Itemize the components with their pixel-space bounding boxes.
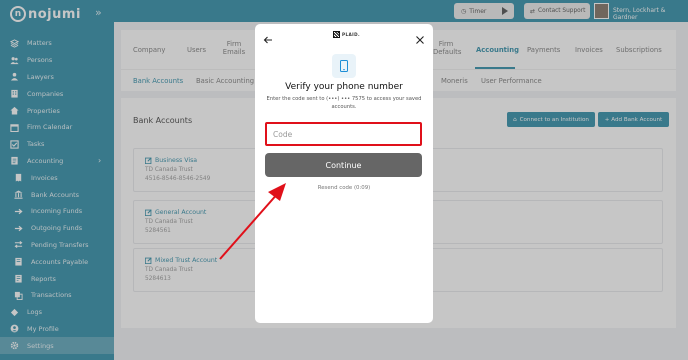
continue-button[interactable]: Continue — [265, 153, 422, 177]
plaid-mark-icon — [333, 31, 340, 38]
phone-icon — [332, 54, 356, 78]
verification-code-input[interactable] — [265, 122, 422, 146]
modal-description: Enter the code sent to (•••) ••• 7575 to… — [266, 96, 422, 110]
plaid-verify-modal: PLAID. Verify your phone number Enter th… — [255, 24, 433, 323]
resend-code-link[interactable]: Resend code (0:09) — [255, 185, 433, 191]
plaid-brand-text: PLAID. — [342, 32, 361, 37]
plaid-logo: PLAID. — [333, 31, 360, 38]
back-arrow-icon[interactable] — [263, 30, 273, 44]
close-icon[interactable] — [415, 30, 425, 44]
modal-title: Verify your phone number — [285, 82, 403, 92]
